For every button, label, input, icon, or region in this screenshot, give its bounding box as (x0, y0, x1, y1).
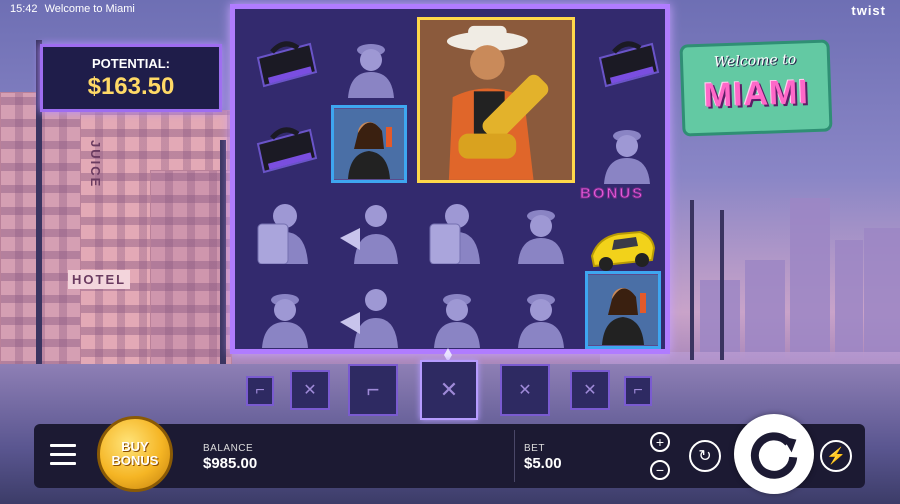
autoplay-button[interactable]: ↻ (689, 440, 721, 472)
spin-button[interactable] (734, 414, 814, 494)
rifle-icon: ⌐ (255, 382, 265, 399)
bet-value: $5.00 (524, 455, 562, 472)
police-officer-icon (348, 44, 394, 98)
sports-car-icon (590, 230, 656, 271)
autoplay-icon: ↻ (698, 448, 712, 465)
bet-label: BET (524, 443, 545, 454)
megaphone-cop-symbol (329, 271, 413, 355)
bag-symbol (243, 21, 327, 105)
cop-symbol (499, 271, 583, 355)
bag-symbol (585, 21, 669, 105)
cop-symbol (415, 271, 499, 355)
megaphone-officer-icon (340, 289, 398, 348)
bag-icon (598, 41, 660, 88)
reel-grid: BONUS (230, 4, 670, 354)
gangster-with-minigun-icon (420, 20, 572, 180)
slot-rifle: ⌐ (246, 376, 274, 406)
bag-symbol (243, 107, 327, 191)
x-icon: ✕ (303, 382, 317, 399)
lightning-icon: ⚡ (826, 448, 846, 465)
megaphone-officer-icon (340, 205, 398, 264)
spin-arrow-icon (750, 432, 798, 479)
plus-icon: + (655, 434, 665, 450)
slot-empty: ✕ (570, 370, 610, 410)
woman-with-flare-icon (588, 275, 658, 345)
riot-cop-symbol (415, 187, 499, 271)
buy-bonus-label-1: BUY (121, 439, 149, 454)
bag-icon (256, 127, 318, 174)
bonus-label: BONUS (579, 185, 645, 203)
police-officer-icon (518, 294, 564, 348)
rifle-icon: ⌐ (633, 382, 643, 399)
riot-police-icon (429, 204, 480, 264)
logo-line-1: Welcome to (713, 51, 797, 71)
x-icon: ✕ (583, 382, 597, 399)
cop-symbol (329, 21, 413, 105)
potential-value: $163.50 (87, 73, 175, 100)
bet-decrease-button[interactable]: − (650, 460, 670, 480)
riot-cop-symbol (243, 187, 327, 271)
slot-empty-center: ✕ (420, 360, 478, 420)
buy-bonus-label-2: BONUS (111, 453, 159, 468)
brand-logo: twist (851, 3, 886, 18)
x-icon: ✕ (518, 382, 532, 399)
riot-police-icon (257, 204, 308, 264)
bag-icon (256, 41, 318, 88)
woman-with-flare-icon (334, 109, 404, 179)
clock: 15:42 (10, 3, 38, 15)
x-icon: ✕ (439, 377, 459, 402)
police-officer-icon (518, 210, 564, 264)
slot-empty: ✕ (500, 364, 550, 416)
turbo-button[interactable]: ⚡ (820, 440, 852, 472)
potential-win-panel: POTENTIAL: $163.50 (40, 44, 222, 112)
police-officer-icon (434, 294, 480, 348)
logo-line-2: MIAMI (703, 73, 810, 115)
cop-symbol (585, 107, 669, 191)
slot-rifle: ⌐ (624, 376, 652, 406)
game-title: Welcome to Miami (44, 3, 135, 15)
slot-pistol: ⌐ (348, 364, 398, 416)
balance-label: BALANCE (203, 443, 254, 454)
status-bar: 15:42 Welcome to Miami (10, 3, 135, 15)
cop-symbol (243, 271, 327, 355)
buy-bonus-button[interactable]: BUY BONUS (97, 416, 173, 492)
minus-icon: − (655, 462, 665, 478)
megaphone-cop-symbol (329, 187, 413, 271)
police-officer-icon (604, 130, 650, 184)
menu-button[interactable] (50, 444, 76, 466)
balance-value: $985.00 (203, 455, 258, 472)
potential-label: POTENTIAL: (92, 56, 170, 71)
cop-symbol (499, 187, 583, 271)
hamburger-icon (50, 444, 76, 447)
bet-increase-button[interactable]: + (650, 432, 670, 452)
slot-empty: ✕ (290, 370, 330, 410)
police-officer-icon (262, 294, 308, 348)
game-logo: Welcome to MIAMI (679, 39, 833, 137)
gangster-symbol (417, 17, 575, 183)
woman-symbol (585, 271, 661, 349)
woman-symbol (331, 105, 407, 183)
pistol-icon: ⌐ (366, 377, 380, 402)
